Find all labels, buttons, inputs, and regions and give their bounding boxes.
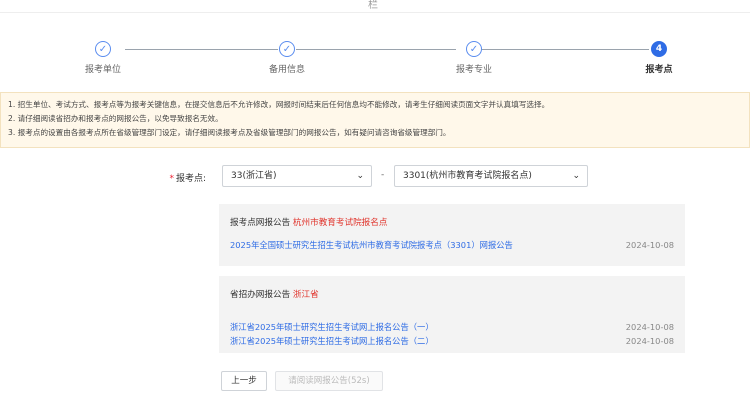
read-announcement-button[interactable]: 请阅读网报公告(52s) xyxy=(275,371,383,391)
step-4-number: 4 xyxy=(651,41,667,57)
announcement-link[interactable]: 2025年全国硕士研究生招生考试杭州市教育考试院报考点（3301）网报公告 xyxy=(230,240,513,250)
step-1-check-icon: ✓ xyxy=(95,41,111,57)
announcement-row: 2025年全国硕士研究生招生考试杭州市教育考试院报考点（3301）网报公告 20… xyxy=(230,238,674,252)
required-mark: * xyxy=(169,174,174,184)
announcement-row: 浙江省2025年硕士研究生招生考试网上报名公告（二） 2024-10-08 xyxy=(230,334,674,348)
site-announcement-panel: 报考点网报公告 杭州市教育考试院报名点 2025年全国硕士研究生招生考试杭州市教… xyxy=(219,204,685,266)
notice-line-2: 2. 请仔细阅读省招办和报考点的网报公告，以免导致报名无效。 xyxy=(8,114,223,123)
step-3-check-icon: ✓ xyxy=(466,41,482,57)
step-4-label: 报考点 xyxy=(645,65,673,75)
step-2-label: 备用信息 xyxy=(268,65,305,75)
province-select-value: 33(浙江省) xyxy=(231,171,277,181)
notice-line-1: 1. 招生单位、考试方式、报考点等为报考关键信息，在提交信息后不允许修改，网报时… xyxy=(8,100,550,109)
notice-box: 1. 招生单位、考试方式、报考点等为报考关键信息，在提交信息后不允许修改，网报时… xyxy=(0,92,750,148)
panel-title: 报考点网报公告 杭州市教育考试院报名点 xyxy=(230,216,674,234)
announcement-link[interactable]: 浙江省2025年硕士研究生招生考试网上报名公告（一） xyxy=(230,322,434,332)
panel-title: 省招办网报公告 浙江省 xyxy=(230,288,674,306)
chevron-down-icon: ⌄ xyxy=(572,171,580,181)
site-select[interactable]: 3301(杭州市教育考试院报名点) ⌄ xyxy=(394,165,588,187)
announcement-link[interactable]: 浙江省2025年硕士研究生招生考试网上报名公告（二） xyxy=(230,336,434,346)
step-connector xyxy=(296,49,456,50)
province-select[interactable]: 33(浙江省) ⌄ xyxy=(222,165,372,187)
panel-title-highlight: 杭州市教育考试院报名点 xyxy=(292,218,388,228)
announcement-date: 2024-10-08 xyxy=(625,336,674,346)
step-connector xyxy=(125,49,278,50)
prev-step-button[interactable]: 上一步 xyxy=(221,371,267,391)
panel-title-text: 省招办网报公告 xyxy=(230,290,291,300)
panel-title-highlight: 浙江省 xyxy=(292,290,319,300)
site-select-value: 3301(杭州市教育考试院报名点) xyxy=(403,171,532,181)
announcement-date: 2024-10-08 xyxy=(625,240,674,250)
announcement-date: 2024-10-08 xyxy=(625,322,674,332)
province-announcement-panel: 省招办网报公告 浙江省 浙江省2025年硕士研究生招生考试网上报名公告（一） 2… xyxy=(219,276,685,353)
notice-line-3: 3. 报考点的设置由各报考点所在省级管理部门设定，请仔细阅读报考点及省级管理部门… xyxy=(8,128,451,137)
chevron-down-icon: ⌄ xyxy=(356,171,364,181)
top-bar: 栏 xyxy=(0,0,750,13)
panel-title-text: 报考点网报公告 xyxy=(230,218,291,228)
site-label-text: 报考点: xyxy=(175,174,206,184)
header-glyph: 栏 xyxy=(368,0,378,11)
progress-stepper: ✓ 报考单位 ✓ 备用信息 ✓ 报考专业 4 报考点 xyxy=(0,38,750,78)
step-connector xyxy=(474,49,649,50)
announcement-row: 浙江省2025年硕士研究生招生考试网上报名公告（一） 2024-10-08 xyxy=(230,320,674,334)
step-1-label: 报考单位 xyxy=(84,65,121,75)
step-2-check-icon: ✓ xyxy=(279,41,295,57)
select-separator: - xyxy=(381,170,385,180)
step-3-label: 报考专业 xyxy=(455,65,492,75)
site-field-label: * 报考点: xyxy=(154,171,206,184)
